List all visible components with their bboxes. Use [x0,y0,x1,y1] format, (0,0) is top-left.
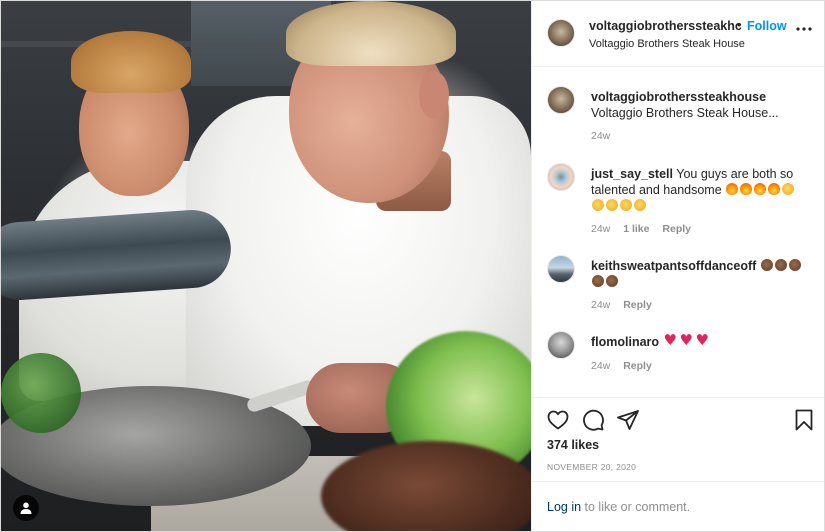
commenter-avatar[interactable] [547,331,575,359]
clap-emoji-icon [788,259,801,271]
comments-list[interactable]: voltaggiobrotherssteakhouse Voltaggio Br… [532,67,824,397]
heart-outline-icon [547,410,569,430]
photo-greens [1,353,81,433]
fire-emoji-icon [726,183,739,195]
clap-emoji-icon [606,275,618,287]
post-location[interactable]: Voltaggio Brothers Steak House [589,38,745,50]
comment-meta: 24w 1 like Reply [591,223,701,235]
header-separator: • [737,18,742,32]
comment-username[interactable]: just_say_stell [591,167,673,181]
comment-meta: 24w Reply [591,299,662,311]
post-sidebar: voltaggiobrotherssteakhc • Follow Voltag… [531,1,824,531]
comment-text-block: flomolinaro [591,332,811,350]
post-actions: 374 likes NOVEMBER 20, 2020 [532,397,824,481]
clap-emoji-icon [592,199,604,211]
fire-emoji-icon [754,183,767,195]
clap-emoji-icon [620,199,632,211]
paper-plane-icon [617,410,639,430]
heart-emoji-icon [664,332,678,348]
author-avatar[interactable] [547,19,575,47]
reply-button[interactable]: Reply [662,223,691,235]
more-options-button[interactable] [794,19,814,39]
photo-chef-background-hair [71,31,191,93]
comment-age[interactable]: 24w [591,130,610,142]
clap-emoji-icon [760,259,773,271]
comment-username[interactable]: keithsweatpantsoffdanceoff [591,259,756,273]
commenter-avatar[interactable] [547,86,575,114]
post-photo[interactable] [1,1,531,531]
login-prompt-rest: to like or comment. [581,500,691,514]
photo-chef-foreground-ear [419,71,449,119]
comment-meta: 24w [591,130,620,142]
comment-text-block: just_say_stell You guys are both so tale… [591,166,811,214]
clap-emoji-icon [634,199,646,211]
post-date[interactable]: NOVEMBER 20, 2020 [547,462,636,472]
comment-button[interactable] [581,408,605,432]
photo-steak [321,441,531,531]
like-button[interactable] [546,408,570,432]
clap-emoji-icon [606,199,618,211]
save-button[interactable] [792,408,816,432]
reply-button[interactable]: Reply [623,299,652,311]
comment-text: Voltaggio Brothers Steak House... [591,106,779,120]
photo-chef-foreground-hair [286,1,456,66]
more-horizontal-icon [796,27,812,31]
instagram-post-modal: voltaggiobrotherssteakhc • Follow Voltag… [0,0,825,532]
clap-emoji-icon [782,183,795,195]
follow-button[interactable]: Follow [747,19,787,33]
comment-age[interactable]: 24w [591,223,610,235]
tagged-users-button[interactable] [13,495,39,521]
likes-count[interactable]: 374 likes [547,438,599,452]
reply-button[interactable]: Reply [623,360,652,372]
share-button[interactable] [616,408,640,432]
fire-emoji-icon [740,183,753,195]
comment-username[interactable]: voltaggiobrotherssteakhouse [591,90,766,104]
post-header: voltaggiobrotherssteakhc • Follow Voltag… [532,1,824,67]
commenter-avatar[interactable] [547,255,575,283]
commenter-avatar[interactable] [547,163,575,191]
heart-emoji-icon [680,332,694,348]
comment-text-block: keithsweatpantsoffdanceoff [591,258,811,290]
fire-emoji-icon [768,183,781,195]
login-prompt: Log in to like or comment. [532,481,824,531]
comment-meta: 24w Reply [591,360,662,372]
comment-likes[interactable]: 1 like [623,223,649,235]
comment-icon [583,409,604,431]
clap-emoji-icon [774,259,787,271]
author-username[interactable]: voltaggiobrotherssteakhc [589,19,742,33]
bookmark-icon [795,409,813,431]
clap-emoji-icon [592,275,604,287]
comment-age[interactable]: 24w [591,299,610,311]
comment-username[interactable]: flomolinaro [591,335,659,349]
login-link[interactable]: Log in [547,500,581,514]
login-prompt-text: Log in to like or comment. [547,500,690,514]
user-icon [20,502,32,514]
comment-age[interactable]: 24w [591,360,610,372]
comment-text-block: voltaggiobrotherssteakhouse Voltaggio Br… [591,89,811,121]
heart-emoji-icon [696,332,710,348]
